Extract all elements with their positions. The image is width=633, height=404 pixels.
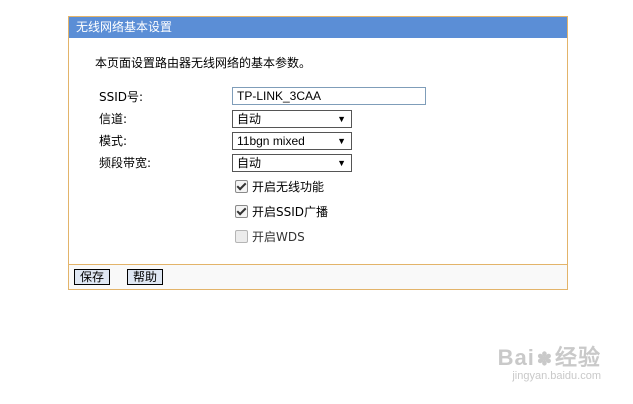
enable-ssid-broadcast-label: 开启SSID广播 [252, 205, 329, 219]
panel-intro-text: 本页面设置路由器无线网络的基本参数。 [95, 56, 312, 70]
help-button[interactable]: 帮助 [127, 269, 164, 285]
enable-wireless-checkbox[interactable]: 开启无线功能 [235, 179, 324, 195]
paw-icon: ✽ [536, 349, 553, 369]
ssid-input[interactable]: TP-LINK_3CAA [232, 87, 426, 105]
channel-row: 信道: [99, 110, 127, 128]
baidu-jingyan-watermark: Bai ✽经验 jingyan.baidu.com [498, 340, 601, 382]
watermark-brand-left: Bai [497, 345, 535, 370]
chevron-down-icon: ▼ [337, 136, 346, 146]
enable-ssid-broadcast-checkbox[interactable]: 开启SSID广播 [235, 204, 328, 220]
wireless-settings-panel: 无线网络基本设置 本页面设置路由器无线网络的基本参数。 SSID号: TP-LI… [68, 16, 568, 290]
panel-footer: 保存 帮助 [69, 264, 567, 289]
enable-wds-label: 开启WDS [252, 230, 305, 244]
channel-select[interactable]: 自动 ▼ [232, 110, 352, 128]
checkbox-checked-icon[interactable] [235, 205, 248, 218]
chevron-down-icon: ▼ [337, 114, 346, 124]
save-button[interactable]: 保存 [74, 269, 111, 285]
bandwidth-label: 频段带宽: [99, 156, 152, 170]
mode-label: 模式: [99, 134, 128, 148]
enable-wireless-label: 开启无线功能 [252, 180, 325, 194]
watermark-brand-right: 经验 [554, 345, 601, 370]
checkbox-checked-icon[interactable] [235, 180, 248, 193]
enable-wds-checkbox[interactable]: 开启WDS [235, 229, 305, 245]
channel-select-value: 自动 [237, 112, 262, 126]
bandwidth-row: 频段带宽: [99, 154, 151, 172]
watermark-url: jingyan.baidu.com [512, 370, 601, 382]
chevron-down-icon: ▼ [337, 158, 346, 168]
ssid-label: SSID号: [99, 90, 144, 104]
panel-title: 无线网络基本设置 [69, 17, 567, 38]
mode-select[interactable]: 11bgn mixed ▼ [232, 132, 352, 150]
bandwidth-select[interactable]: 自动 ▼ [232, 154, 352, 172]
mode-row: 模式: [99, 132, 127, 150]
mode-select-value: 11bgn mixed [237, 134, 305, 148]
channel-label: 信道: [99, 112, 128, 126]
watermark-logo: Bai ✽经验 [498, 340, 601, 372]
ssid-row: SSID号: [99, 88, 143, 106]
checkbox-unchecked-icon[interactable] [235, 230, 248, 243]
bandwidth-select-value: 自动 [237, 156, 262, 170]
